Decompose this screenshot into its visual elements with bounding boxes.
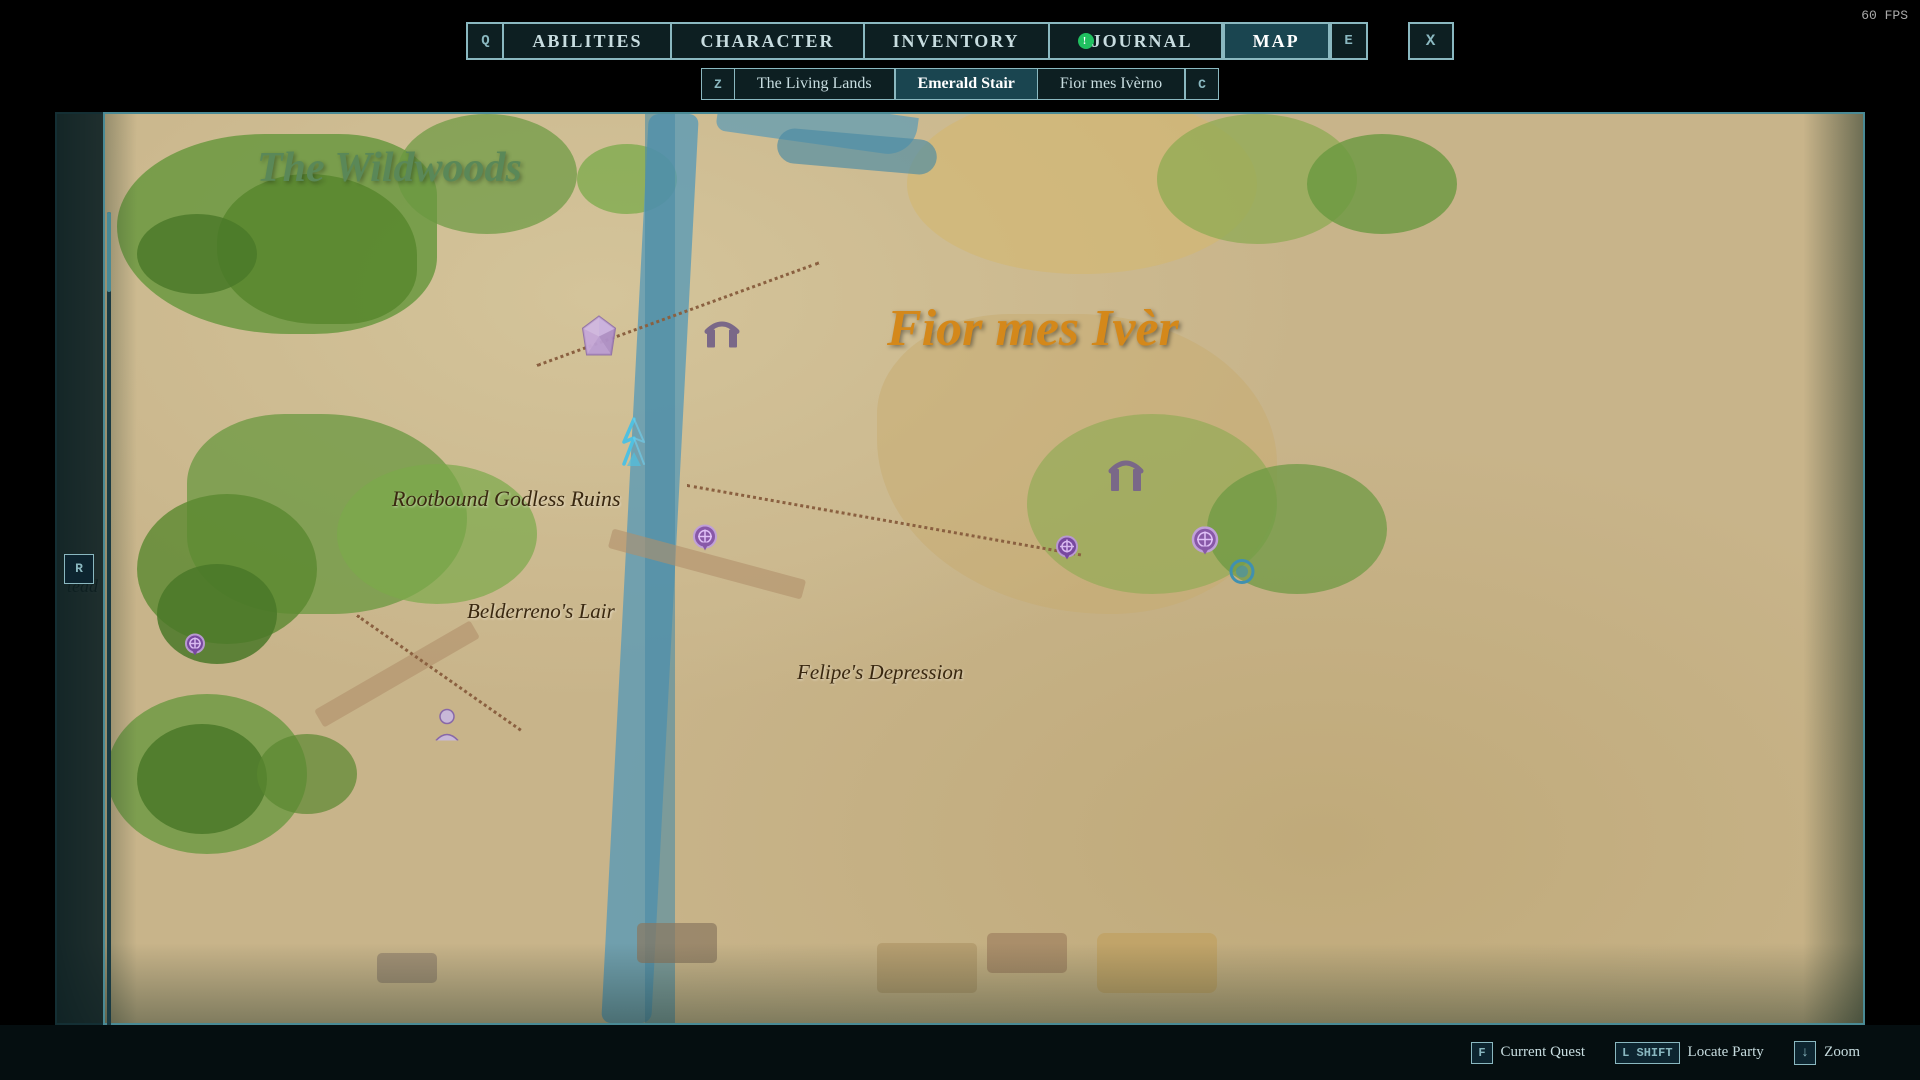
sub-tab-fior-mes[interactable]: Fior mes Ivèrno — [1038, 68, 1185, 100]
nav-key-e[interactable]: E — [1330, 22, 1368, 60]
bottom-player-icon — [428, 703, 466, 746]
gate-icon-top-center — [702, 312, 742, 357]
zoom-label: Zoom — [1824, 1044, 1860, 1061]
fps-counter: 60 FPS — [1861, 8, 1908, 23]
nav-key-q[interactable]: Q — [466, 22, 504, 60]
tab-abilities[interactable]: ABILITIES — [504, 22, 672, 60]
app: 60 FPS Q ABILITIES CHARACTER INVENTORY !… — [0, 0, 1920, 1080]
player-position-marker — [609, 414, 659, 474]
marker-blue-circle — [1228, 558, 1256, 591]
action-zoom[interactable]: ↓ Zoom — [1794, 1041, 1860, 1065]
sub-tab-living-lands[interactable]: The Living Lands — [735, 68, 895, 100]
sub-key-z[interactable]: Z — [701, 68, 735, 100]
bottom-bar: F Current Quest L SHIFT Locate Party ↓ Z… — [0, 1025, 1920, 1080]
crystal-marker — [577, 315, 621, 364]
gate-icon-right — [1106, 449, 1146, 499]
current-quest-label: Current Quest — [1501, 1044, 1586, 1061]
map-container[interactable]: The Wildwoods Fior mes Ivèr Rootbound Go… — [55, 112, 1865, 1025]
sidebar-panel: R — [55, 112, 105, 1025]
action-locate-party[interactable]: L SHIFT Locate Party — [1615, 1042, 1764, 1064]
marker-left-lower — [182, 634, 208, 669]
key-lshift: L SHIFT — [1615, 1042, 1679, 1064]
sidebar-r-button[interactable]: R — [64, 554, 94, 584]
nav-key-x[interactable]: X — [1408, 22, 1454, 60]
sub-tab-bar: Z The Living Lands Emerald Stair Fior me… — [0, 68, 1920, 100]
sub-tab-emerald-stair[interactable]: Emerald Stair — [895, 68, 1038, 100]
locate-party-label: Locate Party — [1688, 1044, 1764, 1061]
tab-inventory[interactable]: INVENTORY — [865, 22, 1050, 60]
marker-center — [690, 525, 720, 564]
marker-right-upper — [1053, 536, 1081, 573]
tab-character[interactable]: CHARACTER — [672, 22, 864, 60]
marker-right-lower — [1189, 527, 1221, 568]
key-zoom: ↓ — [1794, 1041, 1816, 1065]
action-current-quest[interactable]: F Current Quest — [1471, 1042, 1585, 1064]
tab-journal[interactable]: ! JOURNAL — [1050, 22, 1223, 60]
tab-map[interactable]: MAP — [1223, 22, 1330, 60]
journal-notification: ! — [1078, 33, 1094, 49]
scroll-indicator — [105, 112, 113, 1025]
sub-key-c[interactable]: C — [1185, 68, 1219, 100]
key-f: F — [1471, 1042, 1492, 1064]
top-navigation: Q ABILITIES CHARACTER INVENTORY ! JOURNA… — [0, 22, 1920, 60]
